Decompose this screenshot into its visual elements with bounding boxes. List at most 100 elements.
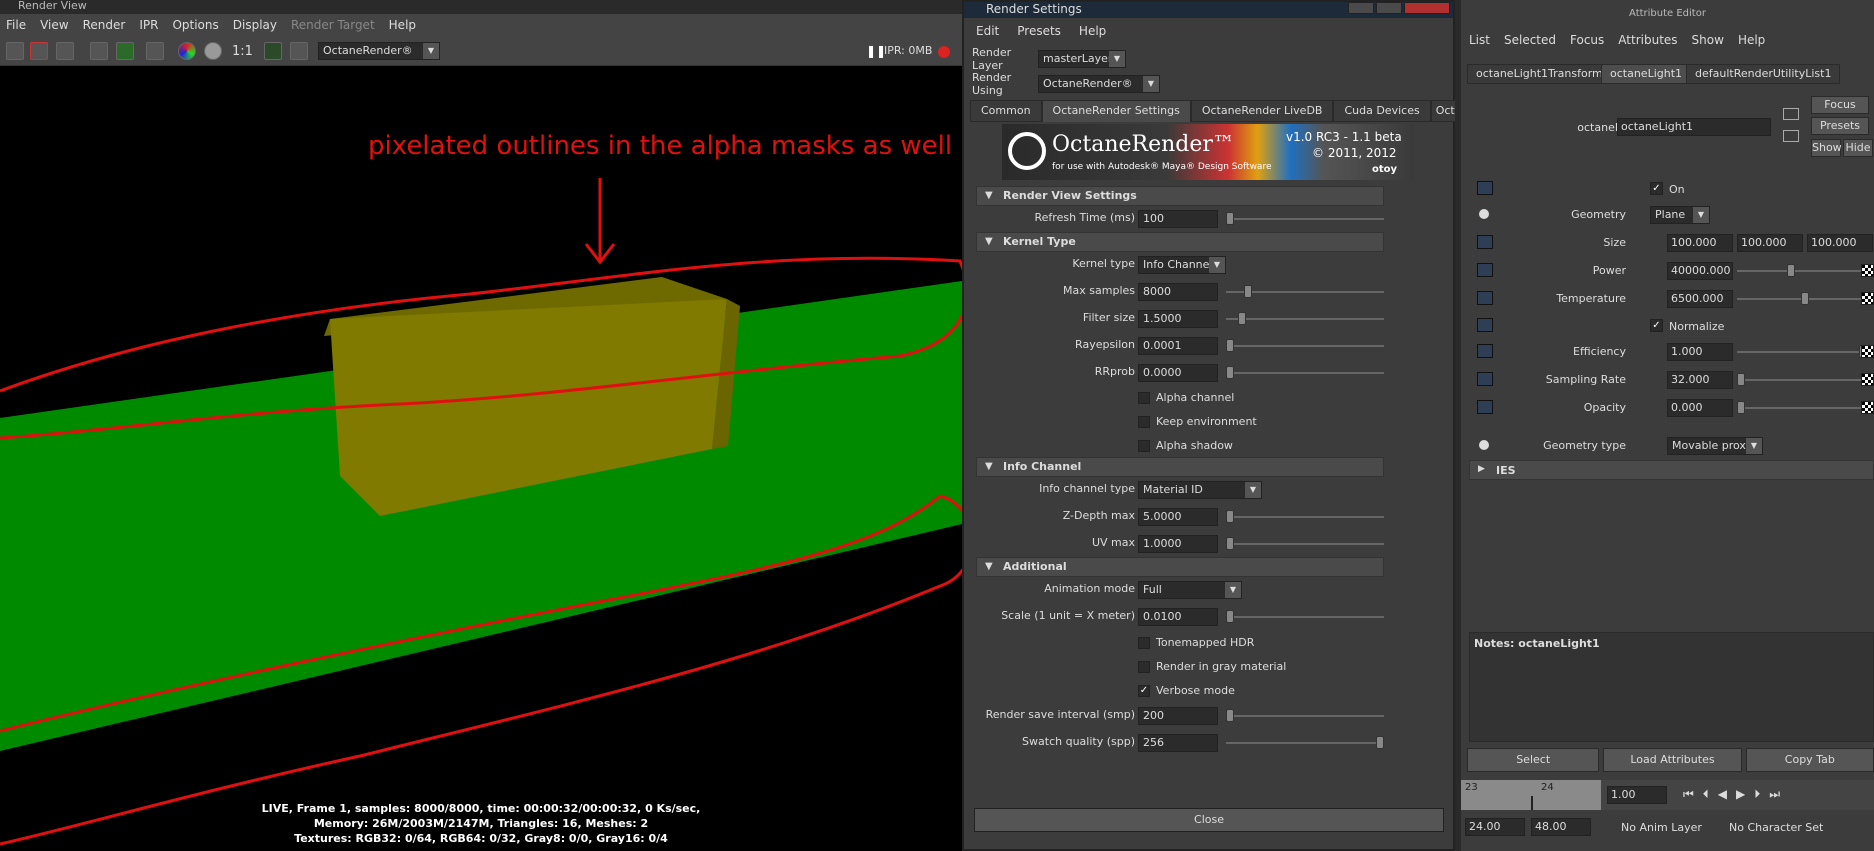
save-interval-field[interactable]: 200 — [1138, 707, 1218, 725]
refresh-time-slider[interactable] — [1226, 212, 1384, 225]
menu-edit[interactable]: Edit — [976, 24, 999, 38]
alpha-channel-checkbox[interactable] — [1138, 392, 1150, 404]
section-kernel-type[interactable]: ▼ Kernel Type — [976, 232, 1384, 252]
normalize-checkbox[interactable]: ✓ — [1650, 319, 1663, 332]
minimize-icon[interactable] — [1348, 2, 1374, 14]
menu-help[interactable]: Help — [1079, 24, 1106, 38]
tab-octanelight1-transform[interactable]: octaneLight1Transform — [1467, 64, 1612, 84]
range-start-field[interactable]: 24.00 — [1465, 818, 1525, 836]
rayepsilon-slider[interactable] — [1226, 339, 1384, 352]
opacity-field[interactable]: 0.000 — [1667, 399, 1733, 417]
opacity-slider[interactable] — [1737, 401, 1867, 414]
close-icon[interactable] — [1404, 2, 1450, 14]
menu-list[interactable]: List — [1469, 33, 1490, 47]
show-button[interactable]: Show — [1811, 139, 1842, 157]
close-button[interactable]: Close — [974, 808, 1444, 832]
menu-options[interactable]: Options — [172, 18, 218, 32]
power-field[interactable]: 40000.000 — [1667, 262, 1733, 280]
sampling-rate-slider[interactable] — [1737, 373, 1867, 386]
zdepth-max-slider[interactable] — [1226, 510, 1384, 523]
menu-ipr[interactable]: IPR — [139, 18, 158, 32]
slider-knob[interactable] — [1801, 292, 1809, 305]
map-checker-icon[interactable] — [1861, 264, 1874, 277]
slider-knob[interactable] — [1244, 285, 1252, 298]
refresh-ipr-icon[interactable] — [116, 42, 134, 60]
map-checker-icon[interactable] — [1861, 345, 1874, 358]
uv-max-field[interactable]: 1.0000 — [1138, 535, 1218, 553]
tab-common[interactable]: Common — [970, 100, 1042, 122]
renderer-dropdown[interactable]: OctaneRender® ▼ — [318, 42, 440, 60]
ratio-label[interactable]: 1:1 — [232, 44, 253, 59]
rrprob-slider[interactable] — [1226, 366, 1384, 379]
gray-material-checkbox[interactable] — [1138, 661, 1150, 673]
menu-file[interactable]: File — [6, 18, 26, 32]
tab-octane-settings[interactable]: OctaneRender Settings — [1041, 100, 1191, 122]
slider-knob[interactable] — [1787, 264, 1795, 277]
hide-button[interactable]: Hide — [1843, 139, 1873, 157]
keep-image-icon[interactable] — [264, 42, 282, 60]
efficiency-field[interactable]: 1.000 — [1667, 343, 1733, 361]
rgb-channel-icon[interactable] — [178, 42, 196, 60]
render-using-dropdown[interactable]: OctaneRender® ▼ — [1038, 75, 1160, 93]
verbose-checkbox[interactable]: ✓ — [1138, 685, 1150, 697]
keep-environment-checkbox[interactable] — [1138, 416, 1150, 428]
attribute-map-icon[interactable] — [1477, 318, 1493, 332]
info-channel-type-dropdown[interactable]: Material ID ▼ — [1138, 481, 1262, 499]
attribute-map-icon[interactable] — [1477, 235, 1493, 249]
max-samples-slider[interactable] — [1226, 285, 1384, 298]
section-additional[interactable]: ▼ Additional — [976, 557, 1384, 577]
stop-render-icon[interactable] — [938, 46, 950, 58]
save-interval-slider[interactable] — [1226, 709, 1384, 722]
slider-knob[interactable] — [1737, 401, 1745, 414]
slider-knob[interactable] — [1737, 373, 1745, 386]
tab-cuda-devices[interactable]: Cuda Devices — [1333, 100, 1431, 122]
slider-knob[interactable] — [1226, 610, 1234, 623]
time-slider[interactable]: 23 24 1.00 ⏮⏴◀▶⏵⏭ — [1461, 780, 1874, 810]
attribute-map-icon[interactable] — [1477, 263, 1493, 277]
kernel-type-dropdown[interactable]: Info Channel ▼ — [1138, 256, 1226, 274]
attribute-map-icon[interactable] — [1477, 344, 1493, 358]
tab-octane-livedb[interactable]: OctaneRender LiveDB — [1190, 100, 1334, 122]
render-layer-dropdown[interactable]: masterLayer ▼ — [1038, 50, 1126, 68]
menu-render[interactable]: Render — [83, 18, 126, 32]
maximize-icon[interactable] — [1376, 2, 1402, 14]
map-checker-icon[interactable] — [1861, 401, 1874, 414]
efficiency-slider[interactable] — [1737, 345, 1867, 358]
rrprob-field[interactable]: 0.0000 — [1138, 364, 1218, 382]
zdepth-max-field[interactable]: 5.0000 — [1138, 508, 1218, 526]
copy-tab-button[interactable]: Copy Tab — [1745, 748, 1874, 772]
range-end-field[interactable]: 48.00 — [1531, 818, 1591, 836]
current-frame-field[interactable]: 1.00 — [1607, 786, 1667, 804]
swatch-quality-field[interactable]: 256 — [1138, 734, 1218, 752]
character-set-dropdown[interactable]: No Character Set — [1729, 821, 1823, 834]
slider-knob[interactable] — [1226, 510, 1234, 523]
geometry-dropdown[interactable]: Plane ▼ — [1650, 206, 1710, 224]
power-slider[interactable] — [1737, 264, 1867, 277]
slider-knob[interactable] — [1226, 366, 1234, 379]
alpha-shadow-checkbox[interactable] — [1138, 440, 1150, 452]
size-z-field[interactable]: 100.000 — [1807, 234, 1873, 252]
menu-view[interactable]: View — [40, 18, 68, 32]
map-checker-icon[interactable] — [1861, 292, 1874, 305]
geometry-type-dropdown[interactable]: Movable proxy ▼ — [1667, 437, 1763, 455]
section-ies[interactable]: ▶ IES — [1469, 460, 1874, 480]
size-y-field[interactable]: 100.000 — [1737, 234, 1803, 252]
slider-knob[interactable] — [1226, 709, 1234, 722]
max-samples-field[interactable]: 8000 — [1138, 283, 1218, 301]
focus-button[interactable]: Focus — [1811, 96, 1869, 114]
snapshot-icon[interactable] — [56, 42, 74, 60]
attribute-map-icon[interactable] — [1477, 181, 1493, 195]
slider-knob[interactable] — [1226, 339, 1234, 352]
size-x-field[interactable]: 100.000 — [1667, 234, 1733, 252]
tab-octanelight1[interactable]: octaneLight1 — [1601, 64, 1692, 84]
alpha-channel-icon[interactable] — [204, 42, 222, 60]
uv-max-slider[interactable] — [1226, 537, 1384, 550]
menu-attributes[interactable]: Attributes — [1618, 33, 1677, 47]
attribute-map-icon[interactable] — [1477, 291, 1493, 305]
menu-display[interactable]: Display — [233, 18, 277, 32]
notes-area[interactable]: Notes: octaneLight1 — [1469, 632, 1874, 742]
render-region-icon[interactable] — [30, 42, 48, 60]
tonemapped-checkbox[interactable] — [1138, 637, 1150, 649]
redo-render-icon[interactable] — [6, 42, 24, 60]
attribute-map-icon[interactable] — [1477, 372, 1493, 386]
